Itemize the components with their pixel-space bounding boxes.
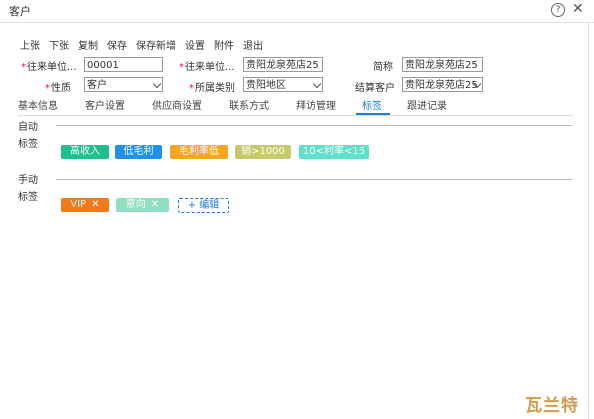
save-button[interactable]: 保存	[107, 37, 127, 52]
nature-select[interactable]: 客户	[84, 77, 163, 92]
settle-label: 结算客户	[355, 83, 395, 94]
save-new-button[interactable]: 保存新增	[136, 37, 176, 52]
auto-tags-title: 自动标签	[18, 122, 38, 150]
manual-tag-label: 意向	[125, 199, 146, 210]
auto-tag[interactable]: 毛利率低	[170, 145, 228, 159]
manual-tags-title: 手动标签	[18, 175, 38, 203]
close-icon[interactable]: ✕	[151, 199, 159, 210]
region-select[interactable]: 贵阳地区	[243, 77, 323, 92]
tab-supplier-settings[interactable]: 供应商设置	[152, 97, 202, 112]
code-label: *往来单位...	[21, 62, 77, 73]
auto-tags-divider	[56, 125, 572, 126]
prev-button[interactable]: 上张	[20, 37, 40, 52]
chevron-down-icon	[152, 79, 162, 89]
manual-tags-divider	[56, 179, 572, 180]
close-icon[interactable]: ✕	[572, 1, 584, 17]
tab-contact[interactable]: 联系方式	[229, 97, 269, 112]
active-tab-indicator	[356, 113, 390, 115]
attachment-button[interactable]: 附件	[214, 37, 234, 52]
manual-tag-vip[interactable]: VIP ✕	[61, 198, 109, 212]
short-name-field[interactable]: 贵阳龙泉苑店25	[402, 57, 483, 72]
tab-customer-settings[interactable]: 客户设置	[85, 97, 125, 112]
name-field[interactable]: 贵阳龙泉苑店25	[243, 57, 323, 72]
window-title: 客户	[9, 5, 31, 18]
settle-select[interactable]: 贵阳龙泉苑店25	[402, 77, 483, 92]
tab-tags[interactable]: 标签	[362, 97, 382, 112]
title-bar: 客户 ? ✕	[0, 0, 594, 23]
help-icon[interactable]: ?	[551, 3, 565, 17]
settings-button[interactable]: 设置	[185, 37, 205, 52]
auto-tag[interactable]: 高收入	[61, 145, 109, 159]
manual-tag-label: VIP	[70, 199, 87, 210]
edit-tags-button[interactable]: + 编辑	[178, 198, 229, 213]
tab-basic-info[interactable]: 基本信息	[18, 97, 58, 112]
toolbar: 上张 下张 复制 保存 保存新增 设置 附件 退出	[20, 37, 272, 52]
nature-label: *性质	[45, 83, 71, 94]
tab-divider	[18, 115, 573, 116]
tab-visit-management[interactable]: 拜访管理	[296, 97, 336, 112]
name-label: *往来单位...	[179, 62, 235, 73]
copy-button[interactable]: 复制	[78, 37, 98, 52]
auto-tag[interactable]: 销>1000	[235, 145, 291, 159]
manual-tag-intent[interactable]: 意向 ✕	[116, 198, 169, 212]
region-label: *所属类别	[189, 83, 235, 94]
exit-button[interactable]: 退出	[243, 37, 263, 52]
chevron-down-icon	[312, 79, 322, 89]
next-button[interactable]: 下张	[49, 37, 69, 52]
window-border	[588, 22, 589, 419]
auto-tag[interactable]: 低毛利	[115, 145, 162, 159]
tab-follow-up[interactable]: 跟进记录	[407, 97, 447, 112]
auto-tag[interactable]: 10<利率<15	[299, 145, 369, 159]
close-icon[interactable]: ✕	[91, 199, 99, 210]
short-name-label: 简称	[373, 62, 393, 73]
code-field[interactable]: 00001	[84, 57, 163, 72]
watermark-logo: 瓦兰特	[525, 396, 579, 416]
